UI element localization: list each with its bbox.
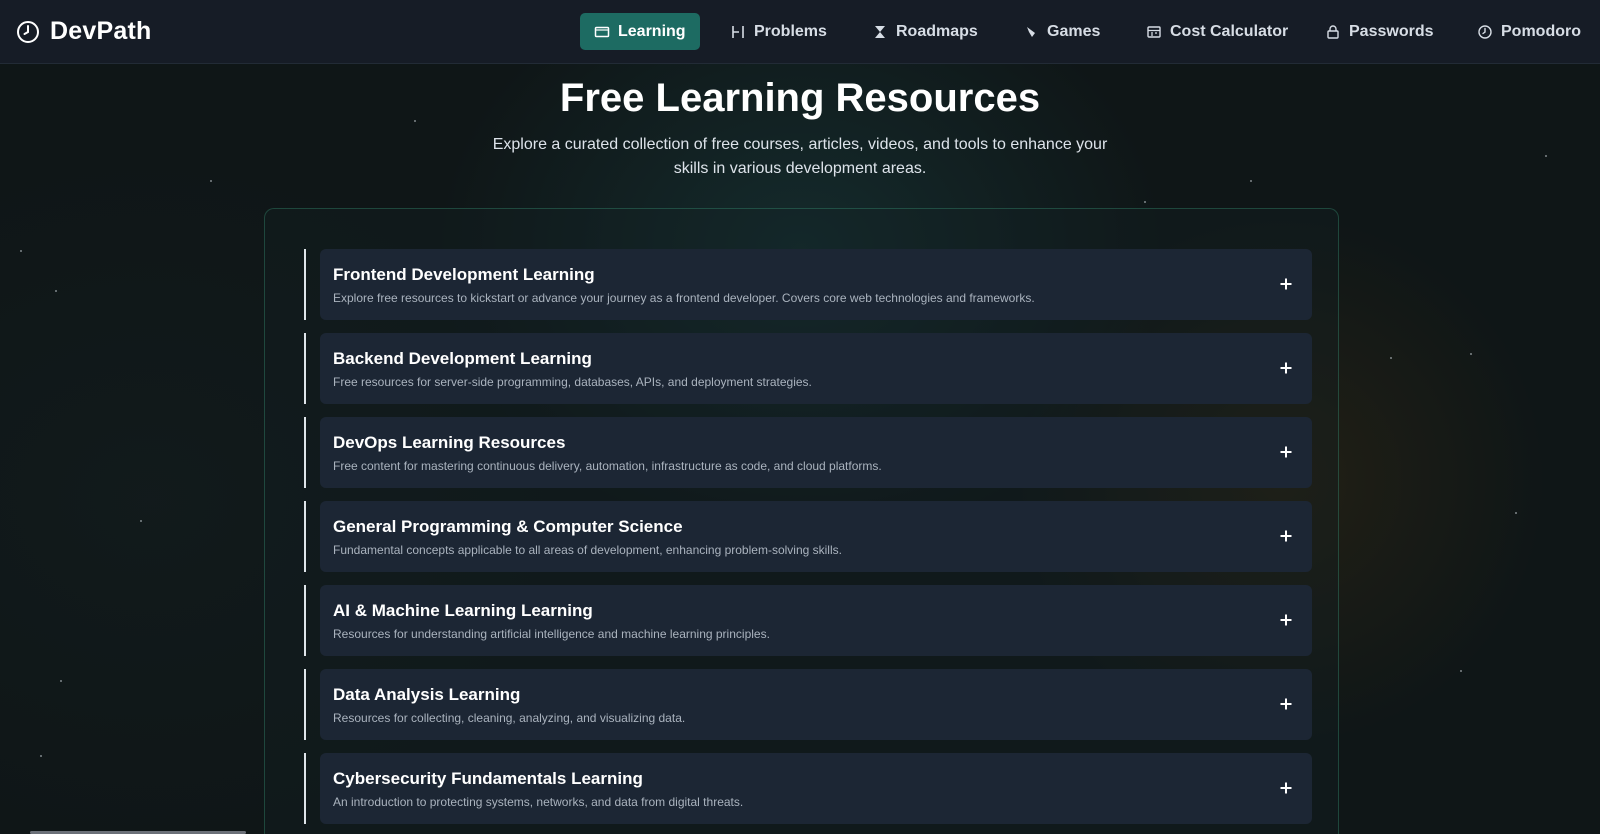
nav-item-label: Passwords	[1349, 22, 1434, 40]
card-accent-rule	[304, 417, 306, 488]
nav-item-pomodoro[interactable]: Pomodoro	[1463, 13, 1595, 50]
bracket-icon	[730, 24, 746, 40]
card-title: Data Analysis Learning	[333, 685, 521, 704]
card-description: Resources for understanding artificial i…	[333, 627, 770, 641]
accordion-item-frontend[interactable]: Frontend Development Learning Explore fr…	[304, 249, 1312, 320]
nav-item-problems[interactable]: Problems	[716, 13, 841, 50]
brand-name: DevPath	[50, 17, 152, 45]
accordion-item-cybersecurity[interactable]: Cybersecurity Fundamentals Learning An i…	[304, 753, 1312, 824]
clock-icon	[16, 20, 40, 44]
nav-item-label: Problems	[754, 22, 827, 40]
card-description: Free content for mastering continuous de…	[333, 459, 882, 473]
card-accent-rule	[304, 669, 306, 740]
card-title: Cybersecurity Fundamentals Learning	[333, 769, 643, 788]
star-dot	[1460, 670, 1462, 672]
star-dot	[210, 180, 212, 182]
nav-item-games[interactable]: Games	[1009, 13, 1114, 50]
plus-icon[interactable]	[1272, 522, 1300, 550]
book-icon	[594, 24, 610, 40]
card-title: AI & Machine Learning Learning	[333, 601, 593, 620]
card-accent-rule	[304, 333, 306, 404]
card-description: Resources for collecting, cleaning, anal…	[333, 711, 686, 725]
nav-item-cost-calculator[interactable]: Cost Calculator	[1132, 13, 1302, 50]
hourglass-icon	[872, 24, 888, 40]
plus-icon[interactable]	[1272, 270, 1300, 298]
star-dot	[55, 290, 57, 292]
plus-icon[interactable]	[1272, 606, 1300, 634]
star-dot	[60, 680, 62, 682]
nav-item-label: Cost Calculator	[1170, 22, 1289, 40]
nav-item-label: Learning	[618, 22, 686, 40]
accordion-item-ai-ml[interactable]: AI & Machine Learning Learning Resources…	[304, 585, 1312, 656]
page-title: Free Learning Resources	[559, 76, 1041, 120]
accordion-card[interactable]: AI & Machine Learning Learning Resources…	[320, 585, 1312, 656]
clock-icon	[1477, 24, 1493, 40]
nav-item-label: Pomodoro	[1501, 22, 1581, 40]
card-title: General Programming & Computer Science	[333, 517, 683, 536]
gamepad-icon	[1023, 24, 1039, 40]
star-dot	[20, 250, 22, 252]
accordion-item-devops[interactable]: DevOps Learning Resources Free content f…	[304, 417, 1312, 488]
card-description: An introduction to protecting systems, n…	[333, 795, 744, 809]
accordion-card[interactable]: General Programming & Computer Science F…	[320, 501, 1312, 572]
card-accent-rule	[304, 501, 306, 572]
plus-icon[interactable]	[1272, 438, 1300, 466]
card-accent-rule	[304, 585, 306, 656]
nav-item-learning[interactable]: Learning	[580, 13, 700, 50]
star-dot	[140, 520, 142, 522]
brand-logo[interactable]: DevPath	[16, 17, 151, 46]
calculator-icon	[1146, 24, 1162, 40]
star-dot	[1470, 353, 1472, 355]
nav-item-passwords[interactable]: Passwords	[1311, 13, 1447, 50]
top-navbar: DevPath Learning Problems Roadmaps Games…	[0, 0, 1600, 64]
card-accent-rule	[304, 249, 306, 320]
star-dot	[1250, 180, 1252, 182]
star-dot	[40, 755, 42, 757]
accordion-card[interactable]: Cybersecurity Fundamentals Learning An i…	[320, 753, 1312, 824]
star-dot	[1545, 155, 1547, 157]
accordion-item-backend[interactable]: Backend Development Learning Free resour…	[304, 333, 1312, 404]
card-title: DevOps Learning Resources	[333, 433, 566, 452]
card-description: Explore free resources to kickstart or a…	[333, 291, 1035, 305]
plus-icon[interactable]	[1272, 774, 1300, 802]
star-dot	[1515, 512, 1517, 514]
lock-icon	[1325, 24, 1341, 40]
plus-icon[interactable]	[1272, 354, 1300, 382]
card-title: Frontend Development Learning	[333, 265, 595, 284]
nav-item-roadmaps[interactable]: Roadmaps	[858, 13, 992, 50]
page-subtitle: Explore a curated collection of free cou…	[492, 136, 1108, 177]
star-dot	[1144, 201, 1146, 203]
accordion-item-general-programming[interactable]: General Programming & Computer Science F…	[304, 501, 1312, 572]
accordion-card[interactable]: DevOps Learning Resources Free content f…	[320, 417, 1312, 488]
accordion-card[interactable]: Backend Development Learning Free resour…	[320, 333, 1312, 404]
nav-item-label: Games	[1047, 22, 1101, 40]
nav-item-label: Roadmaps	[896, 22, 978, 40]
plus-icon[interactable]	[1272, 690, 1300, 718]
card-accent-rule	[304, 753, 306, 824]
accordion-item-data-analysis[interactable]: Data Analysis Learning Resources for col…	[304, 669, 1312, 740]
card-description: Free resources for server-side programmi…	[333, 375, 812, 389]
card-description: Fundamental concepts applicable to all a…	[333, 543, 842, 557]
accordion-card[interactable]: Frontend Development Learning Explore fr…	[320, 249, 1312, 320]
card-title: Backend Development Learning	[333, 349, 592, 368]
star-dot	[1390, 357, 1392, 359]
accordion-card[interactable]: Data Analysis Learning Resources for col…	[320, 669, 1312, 740]
